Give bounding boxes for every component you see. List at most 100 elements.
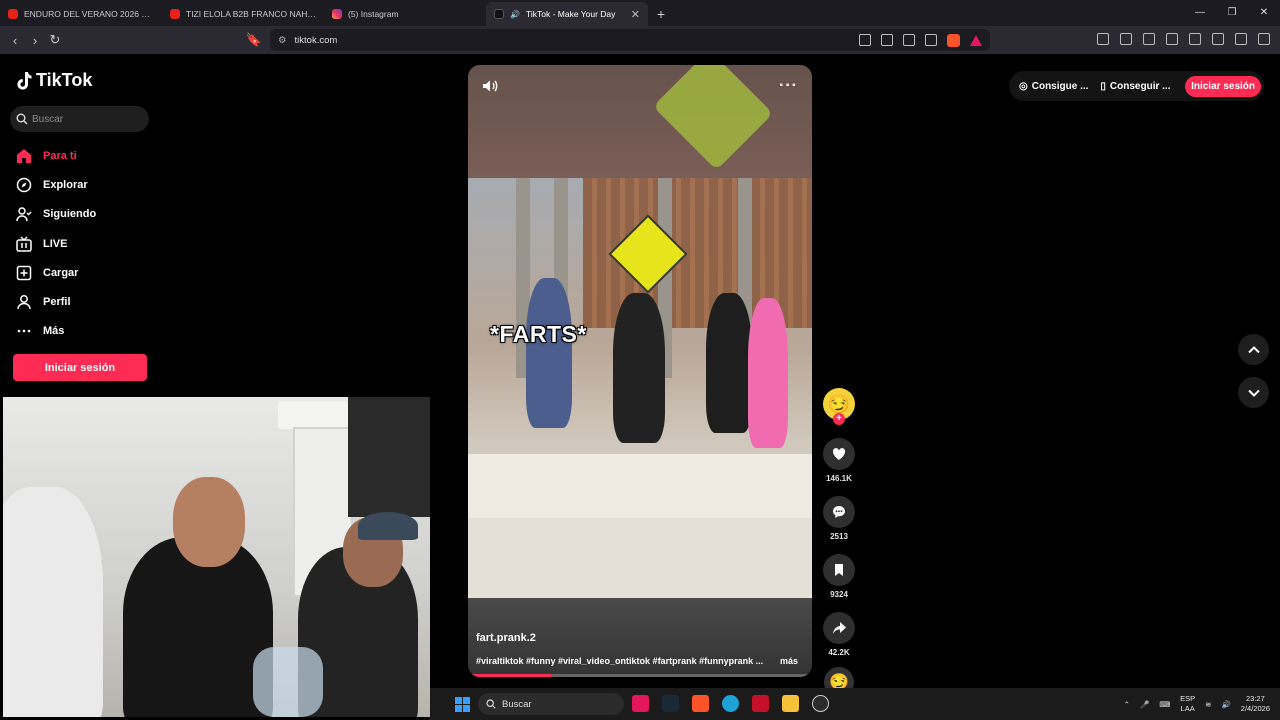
- close-tab-icon[interactable]: ✕: [631, 8, 640, 21]
- live-icon: [16, 236, 32, 252]
- save-count: 9324: [830, 590, 848, 599]
- sidebar-item-perfil[interactable]: Perfil: [16, 287, 96, 316]
- profile-icon: [17, 295, 31, 310]
- cap: [358, 512, 418, 540]
- tab-tiktok[interactable]: 🔊 TikTok - Make Your Day ✕: [486, 2, 648, 26]
- extensions-icon[interactable]: [1097, 33, 1109, 45]
- comment-action[interactable]: 2513: [823, 496, 855, 541]
- login-button[interactable]: Iniciar sesión: [13, 354, 147, 381]
- volume-icon[interactable]: [482, 79, 498, 93]
- taskbar-search[interactable]: Buscar: [478, 693, 624, 715]
- like-button[interactable]: [823, 438, 855, 470]
- sidebar-item-cargar[interactable]: Cargar: [16, 258, 96, 287]
- close-window-button[interactable]: ✕: [1248, 0, 1280, 26]
- get-coins-label: Consigue ...: [1031, 80, 1089, 92]
- sidebar-item-para-ti[interactable]: Para ti: [16, 141, 96, 170]
- brave-icon[interactable]: [692, 695, 709, 712]
- header-login-button[interactable]: Iniciar sesión: [1185, 75, 1261, 97]
- dark-window: [348, 397, 430, 517]
- logo-text: TikTok: [36, 70, 93, 90]
- sidebar-item-label: Perfil: [43, 296, 71, 309]
- keyboard-icon[interactable]: ⌨: [1159, 700, 1170, 709]
- wifi-icon[interactable]: ≋: [1205, 700, 1211, 709]
- chevron-up-icon[interactable]: ⌃: [1124, 700, 1130, 709]
- lang-code: ESP: [1180, 694, 1196, 703]
- menu-icon[interactable]: [1258, 33, 1270, 45]
- comment-button[interactable]: [823, 496, 855, 528]
- follow-plus-icon[interactable]: +: [833, 413, 845, 425]
- video-progress-bar[interactable]: [468, 674, 812, 677]
- video-description: #viraltiktok #funny #viral_video_ontikto…: [476, 656, 806, 666]
- tiktok-logo[interactable]: TikTok: [16, 70, 92, 91]
- translate-icon[interactable]: [881, 34, 893, 46]
- sidebar-item-label: Cargar: [43, 266, 79, 279]
- tab-youtube-2[interactable]: TIZI ELOLA B2B FRANCO NAHUEL-SV: [162, 2, 324, 26]
- save-button[interactable]: [823, 554, 855, 586]
- previous-video-button[interactable]: [1238, 334, 1269, 365]
- minimize-button[interactable]: —: [1184, 0, 1216, 26]
- share-action[interactable]: 42.2K: [823, 612, 855, 657]
- language-indicator[interactable]: ESP LAA: [1180, 694, 1195, 714]
- app-icon[interactable]: [812, 695, 829, 712]
- creator-avatar[interactable]: 😏 +: [823, 388, 855, 425]
- brave-shields-icon[interactable]: [947, 33, 960, 47]
- edge-icon[interactable]: [722, 695, 739, 712]
- coins-icon: ◎: [1019, 80, 1028, 92]
- like-action[interactable]: 146.1K: [823, 438, 855, 483]
- back-button[interactable]: ‹: [5, 33, 25, 48]
- cast-icon[interactable]: [903, 34, 915, 46]
- site-info-icon[interactable]: ⚙: [278, 35, 287, 46]
- tab-youtube-1[interactable]: ENDURO DEL VERANO 2026 💩 FAC: [0, 2, 162, 26]
- video-frame: [468, 178, 812, 598]
- video-author[interactable]: fart.prank.2: [476, 632, 536, 644]
- sidebar-icon[interactable]: [1166, 33, 1178, 45]
- get-app-button[interactable]: ▯ Conseguir ...: [1100, 81, 1170, 92]
- more-link[interactable]: más: [780, 656, 798, 666]
- hashtags[interactable]: #viraltiktok #funny #viral_video_ontikto…: [476, 656, 776, 666]
- tab-manager-icon[interactable]: [1120, 33, 1132, 45]
- brave-rewards-icon[interactable]: [970, 34, 982, 46]
- tab-instagram[interactable]: (5) Instagram: [324, 2, 486, 26]
- video-player[interactable]: ··· *FARTS* fart.prank.2 #viraltiktok #f…: [468, 65, 812, 677]
- volume-icon[interactable]: 🔊: [1221, 700, 1230, 709]
- vpn-icon[interactable]: [1235, 33, 1247, 45]
- speaker-icon[interactable]: 🔊: [510, 10, 520, 19]
- share-arrow-icon: [833, 622, 846, 634]
- tiktok-app-icon[interactable]: [632, 695, 649, 712]
- extension-toolbar: [1097, 33, 1270, 45]
- like-count: 146.1K: [826, 474, 852, 483]
- new-tab-button[interactable]: +: [648, 2, 674, 26]
- save-action[interactable]: 9324: [823, 554, 855, 599]
- more-options-icon[interactable]: ···: [779, 77, 798, 95]
- webcam-overlay: [3, 397, 430, 717]
- steam-icon[interactable]: [662, 695, 679, 712]
- following-icon: [16, 207, 32, 222]
- search-input[interactable]: Buscar: [10, 106, 149, 132]
- wallet-icon[interactable]: [1189, 33, 1201, 45]
- sidebar-item-siguiendo[interactable]: Siguiendo: [16, 200, 96, 229]
- url-text[interactable]: tiktok.com: [295, 35, 338, 46]
- next-video-button[interactable]: [1238, 377, 1269, 408]
- sidebar-item-explorar[interactable]: Explorar: [16, 170, 96, 199]
- reload-button[interactable]: ↻: [45, 32, 65, 48]
- microphone-icon[interactable]: 🎤: [1140, 700, 1149, 709]
- address-bar[interactable]: ⚙ tiktok.com: [270, 29, 990, 51]
- restore-button[interactable]: ❐: [1216, 0, 1248, 26]
- no-tracking-icon[interactable]: [859, 34, 871, 46]
- acrobat-icon[interactable]: [752, 695, 769, 712]
- media-icon[interactable]: [1143, 33, 1155, 45]
- share-count: 42.2K: [828, 648, 850, 657]
- share-icon[interactable]: [925, 34, 937, 46]
- bookmark-icon[interactable]: 🔖: [244, 32, 264, 48]
- share-button[interactable]: [823, 612, 855, 644]
- sidebar-item-live[interactable]: LIVE: [16, 229, 96, 258]
- forward-button[interactable]: ›: [25, 33, 45, 48]
- sidebar-item-mas[interactable]: Más: [16, 317, 96, 346]
- tab-bar: ENDURO DEL VERANO 2026 💩 FAC TIZI ELOLA …: [0, 0, 1280, 26]
- clock[interactable]: 23:27 2/4/2026: [1241, 694, 1270, 714]
- instagram-icon: [332, 9, 342, 19]
- windows-start-icon[interactable]: [455, 697, 470, 712]
- get-coins-button[interactable]: ◎ Consigue ...: [1019, 81, 1088, 92]
- leo-ai-icon[interactable]: [1212, 33, 1224, 45]
- file-explorer-icon[interactable]: [782, 695, 799, 712]
